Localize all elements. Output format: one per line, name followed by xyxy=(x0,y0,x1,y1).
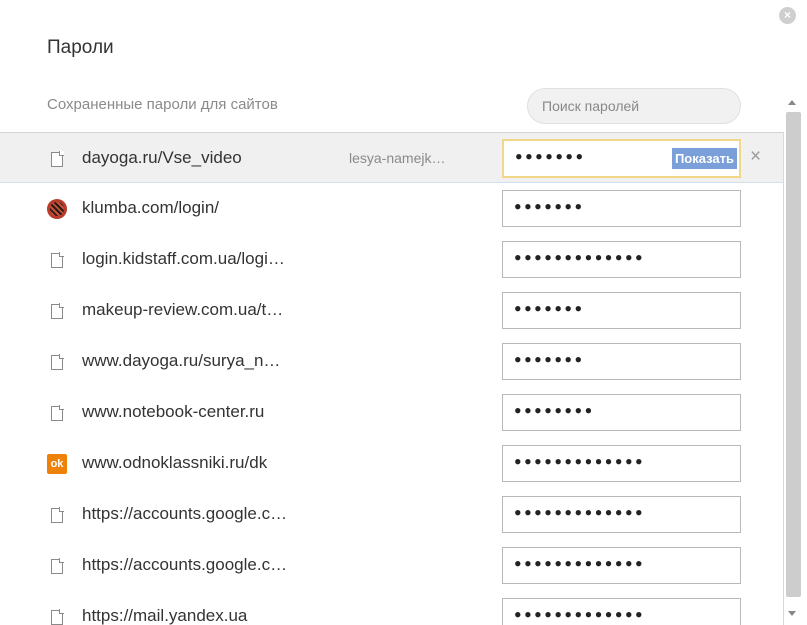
klumba-icon xyxy=(47,199,67,219)
password-mask: ••••••••••••• xyxy=(513,606,645,625)
site-url: makeup-review.com.ua/t… xyxy=(82,300,284,319)
password-field[interactable]: •••••••• xyxy=(502,394,741,431)
site-url: https://accounts.google.c… xyxy=(82,555,288,574)
site-url: klumba.com/login/ xyxy=(82,198,220,217)
password-field[interactable]: ••••••• xyxy=(502,292,741,329)
close-dialog-button[interactable]: × xyxy=(779,7,796,24)
password-field[interactable]: ••••••••••••• xyxy=(502,547,741,584)
document-icon xyxy=(47,556,67,576)
password-row[interactable]: https://mail.yandex.ua ••••••••••••• xyxy=(0,591,783,625)
username: lesya-namejk… xyxy=(349,150,446,166)
password-list: dayoga.ru/Vse_video lesya-namejk… ••••••• П… xyxy=(0,132,784,625)
password-row[interactable]: klumba.com/login/ ••••••• xyxy=(0,183,783,234)
site-url: dayoga.ru/Vse_video xyxy=(82,148,242,167)
password-mask: ••••••• xyxy=(514,148,585,167)
remove-password-close-icon[interactable]: × xyxy=(750,146,761,168)
password-row[interactable]: dayoga.ru/Vse_video lesya-namejk… ••••••• П… xyxy=(0,132,783,183)
password-row[interactable]: www.notebook-center.ru •••••••• xyxy=(0,387,783,438)
odnoklassniki-favicon-icon: ok xyxy=(47,454,67,474)
password-field[interactable]: ••••••••••••• xyxy=(502,241,741,278)
page-document-icon xyxy=(51,151,64,167)
site-url: login.kidstaff.com.ua/logi… xyxy=(82,249,285,268)
password-field[interactable]: ••••••••••••• xyxy=(502,445,741,482)
password-mask: ••••••• xyxy=(513,351,584,370)
password-mask: ••••••••••••• xyxy=(513,504,645,523)
password-field[interactable]: ••••••••••••• xyxy=(502,496,741,533)
scroll-up-arrow-icon[interactable] xyxy=(788,100,796,105)
password-field[interactable]: ••••••• Показать xyxy=(502,139,741,178)
password-row[interactable]: https://accounts.google.c… ••••••••••••• xyxy=(0,489,783,540)
password-mask: ••••••• xyxy=(513,300,584,319)
site-url: https://mail.yandex.ua xyxy=(82,606,248,625)
page-document-icon xyxy=(51,609,64,625)
document-icon xyxy=(47,403,67,423)
password-row[interactable]: https://accounts.google.c… ••••••••••••• xyxy=(0,540,783,591)
password-mask: ••••••••••••• xyxy=(513,555,645,574)
password-mask: •••••••• xyxy=(513,402,594,421)
page-document-icon xyxy=(51,354,64,370)
page-document-icon xyxy=(51,507,64,523)
document-icon xyxy=(47,352,67,372)
show-password-button[interactable]: Показать xyxy=(671,148,737,169)
password-row[interactable]: login.kidstaff.com.ua/logi… ••••••••••••• xyxy=(0,234,783,285)
password-mask: ••••••• xyxy=(513,198,584,217)
document-icon xyxy=(47,149,67,169)
password-mask: ••••••••••••• xyxy=(513,249,645,268)
page-document-icon xyxy=(51,303,64,319)
password-field[interactable]: ••••••••••••• xyxy=(502,598,741,625)
document-icon xyxy=(47,505,67,525)
document-icon xyxy=(47,607,67,625)
dialog-title: Пароли xyxy=(47,37,114,58)
site-url: www.dayoga.ru/surya_n… xyxy=(82,351,281,370)
password-mask: ••••••••••••• xyxy=(513,453,645,472)
saved-passwords-subtitle: Сохраненные пароли для сайтов xyxy=(47,96,278,113)
document-icon xyxy=(47,301,67,321)
site-url: www.odnoklassniki.ru/dk xyxy=(82,453,268,472)
site-url: www.notebook-center.ru xyxy=(82,402,265,421)
page-document-icon xyxy=(51,405,64,421)
password-field[interactable]: ••••••• xyxy=(502,190,741,227)
password-row[interactable]: www.dayoga.ru/surya_n… ••••••• xyxy=(0,336,783,387)
page-document-icon xyxy=(51,558,64,574)
document-icon xyxy=(47,250,67,270)
page-document-icon xyxy=(51,252,64,268)
password-row[interactable]: ok www.odnoklassniki.ru/dk ••••••••••••• xyxy=(0,438,783,489)
password-search-input[interactable] xyxy=(527,88,741,124)
scroll-down-arrow-icon[interactable] xyxy=(788,611,796,616)
password-field[interactable]: ••••••• xyxy=(502,343,741,380)
klumba-favicon-icon xyxy=(47,199,67,219)
site-url: https://accounts.google.c… xyxy=(82,504,288,523)
password-row[interactable]: makeup-review.com.ua/t… ••••••• xyxy=(0,285,783,336)
odnoklassniki-icon: ok xyxy=(47,454,67,474)
scrollbar-thumb[interactable] xyxy=(786,112,801,597)
